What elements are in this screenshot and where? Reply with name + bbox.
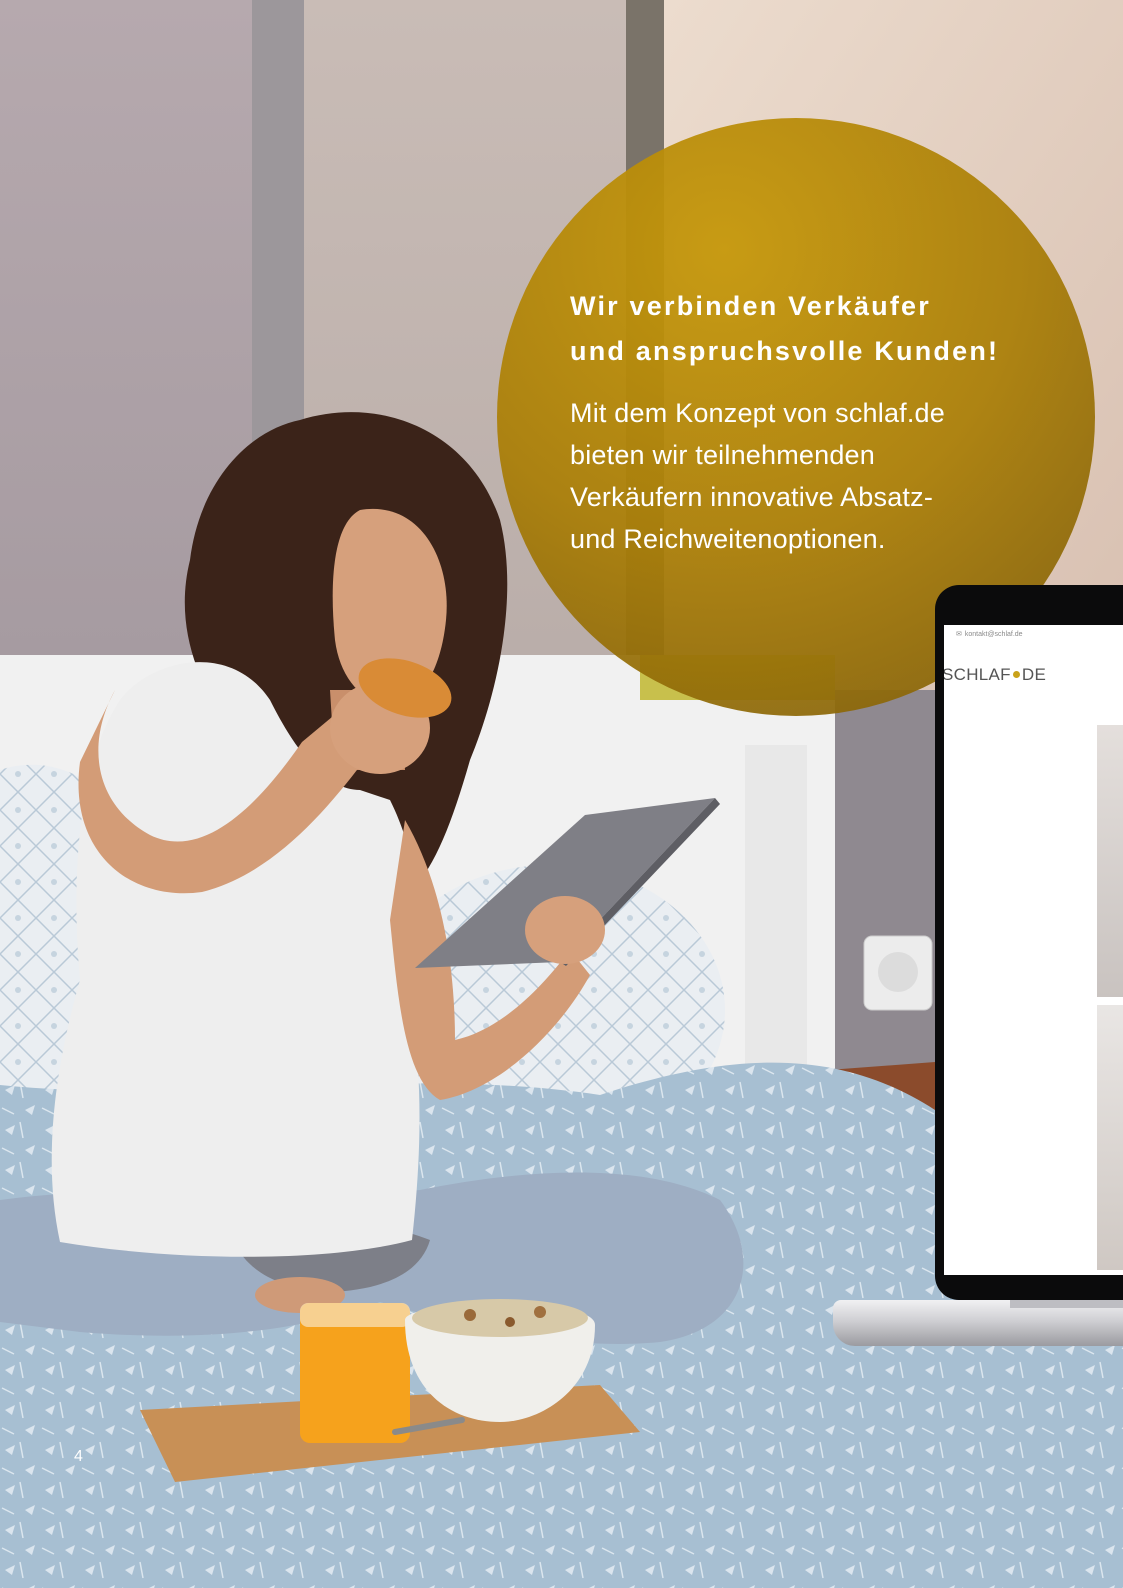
callout-heading-line: Wir verbinden Verkäufer (570, 291, 931, 321)
callout-heading: Wir verbinden Verkäufer und anspruchsvol… (570, 284, 1070, 374)
screen-hero-image (1097, 725, 1123, 997)
woman-hand-tablet (525, 896, 605, 964)
cereal-nut (464, 1309, 476, 1321)
logo-dot (1012, 671, 1020, 679)
page-number: 4 (74, 1448, 83, 1465)
power-outlet-socket (878, 952, 918, 992)
headboard-panel (745, 745, 807, 1075)
callout-body-line: bieten wir teilnehmenden (570, 440, 875, 470)
callout-body-line: Mit dem Konzept von schlaf.de (570, 398, 945, 428)
laptop-hinge (1010, 1300, 1123, 1308)
callout-body-line: und Reichweitenoptionen. (570, 524, 886, 554)
juice-glass-rim (300, 1303, 410, 1327)
cereal-nut (505, 1317, 515, 1327)
cereal-nut (534, 1306, 546, 1318)
laptop-screen: ✉ kontakt@schlaf.de SCHLAF DE (944, 625, 1123, 1275)
screen-contact-email: kontakt@schlaf.de (964, 631, 1023, 638)
logo-text-right: DE (1021, 665, 1047, 684)
callout-body: Mit dem Konzept von schlaf.de bieten wir… (570, 392, 1070, 560)
callout-heading-line: und anspruchsvolle Kunden! (570, 336, 1000, 366)
mail-icon: ✉ (956, 631, 962, 638)
callout-body-line: Verkäufern innovative Absatz- (570, 482, 934, 512)
brochure-page: Wir verbinden Verkäufer und anspruchsvol… (0, 0, 1123, 1588)
schlaf-logo: SCHLAF DE (944, 665, 1046, 685)
screen-contact: ✉ kontakt@schlaf.de (956, 630, 1023, 638)
screen-secondary-image (1097, 1005, 1123, 1270)
logo-text-left: SCHLAF (944, 665, 1011, 684)
cereal (412, 1299, 588, 1337)
